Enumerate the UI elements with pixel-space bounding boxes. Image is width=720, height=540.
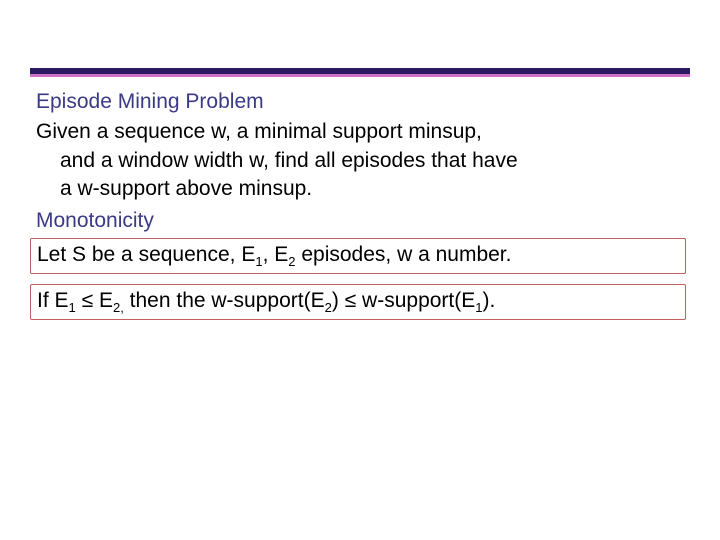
boxed-premise: Let S be a sequence, E1, E2 episodes, w … <box>30 238 686 274</box>
premise-text-b: , E <box>263 243 289 266</box>
subscript-2: 2 <box>288 254 295 269</box>
problem-line-2: and a window width w, find all episodes … <box>36 149 518 172</box>
subscript-4: 1 <box>475 300 482 315</box>
problem-line-3: a w-support above minsup. <box>36 177 312 200</box>
heading-monotonicity: Monotonicity <box>36 207 684 235</box>
divider-top-magenta <box>30 74 690 77</box>
subscript-2b: 2, <box>113 300 124 315</box>
slide-content: Episode Mining Problem Given a sequence … <box>36 88 684 320</box>
conclusion-text-b: ≤ E <box>76 289 113 312</box>
problem-statement: Given a sequence w, a minimal support mi… <box>36 118 684 203</box>
conclusion-text-d: ) ≤ w-support(E <box>332 289 475 312</box>
conclusion-text-c: then the w-support(E <box>124 289 325 312</box>
conclusion-text-e: ). <box>483 289 496 312</box>
heading-problem: Episode Mining Problem <box>36 88 684 116</box>
slide: Episode Mining Problem Given a sequence … <box>0 0 720 540</box>
boxed-conclusion: If E1 ≤ E2, then the w-support(E2) ≤ w-s… <box>30 284 686 320</box>
premise-text-a: Let S be a sequence, E <box>37 243 255 266</box>
conclusion-text-a: If E <box>37 289 69 312</box>
subscript-1b: 1 <box>69 300 76 315</box>
subscript-1: 1 <box>255 254 262 269</box>
problem-line-1: Given a sequence w, a minimal support mi… <box>36 120 482 143</box>
premise-text-c: episodes, w a number. <box>296 243 512 266</box>
subscript-3: 2 <box>325 300 332 315</box>
